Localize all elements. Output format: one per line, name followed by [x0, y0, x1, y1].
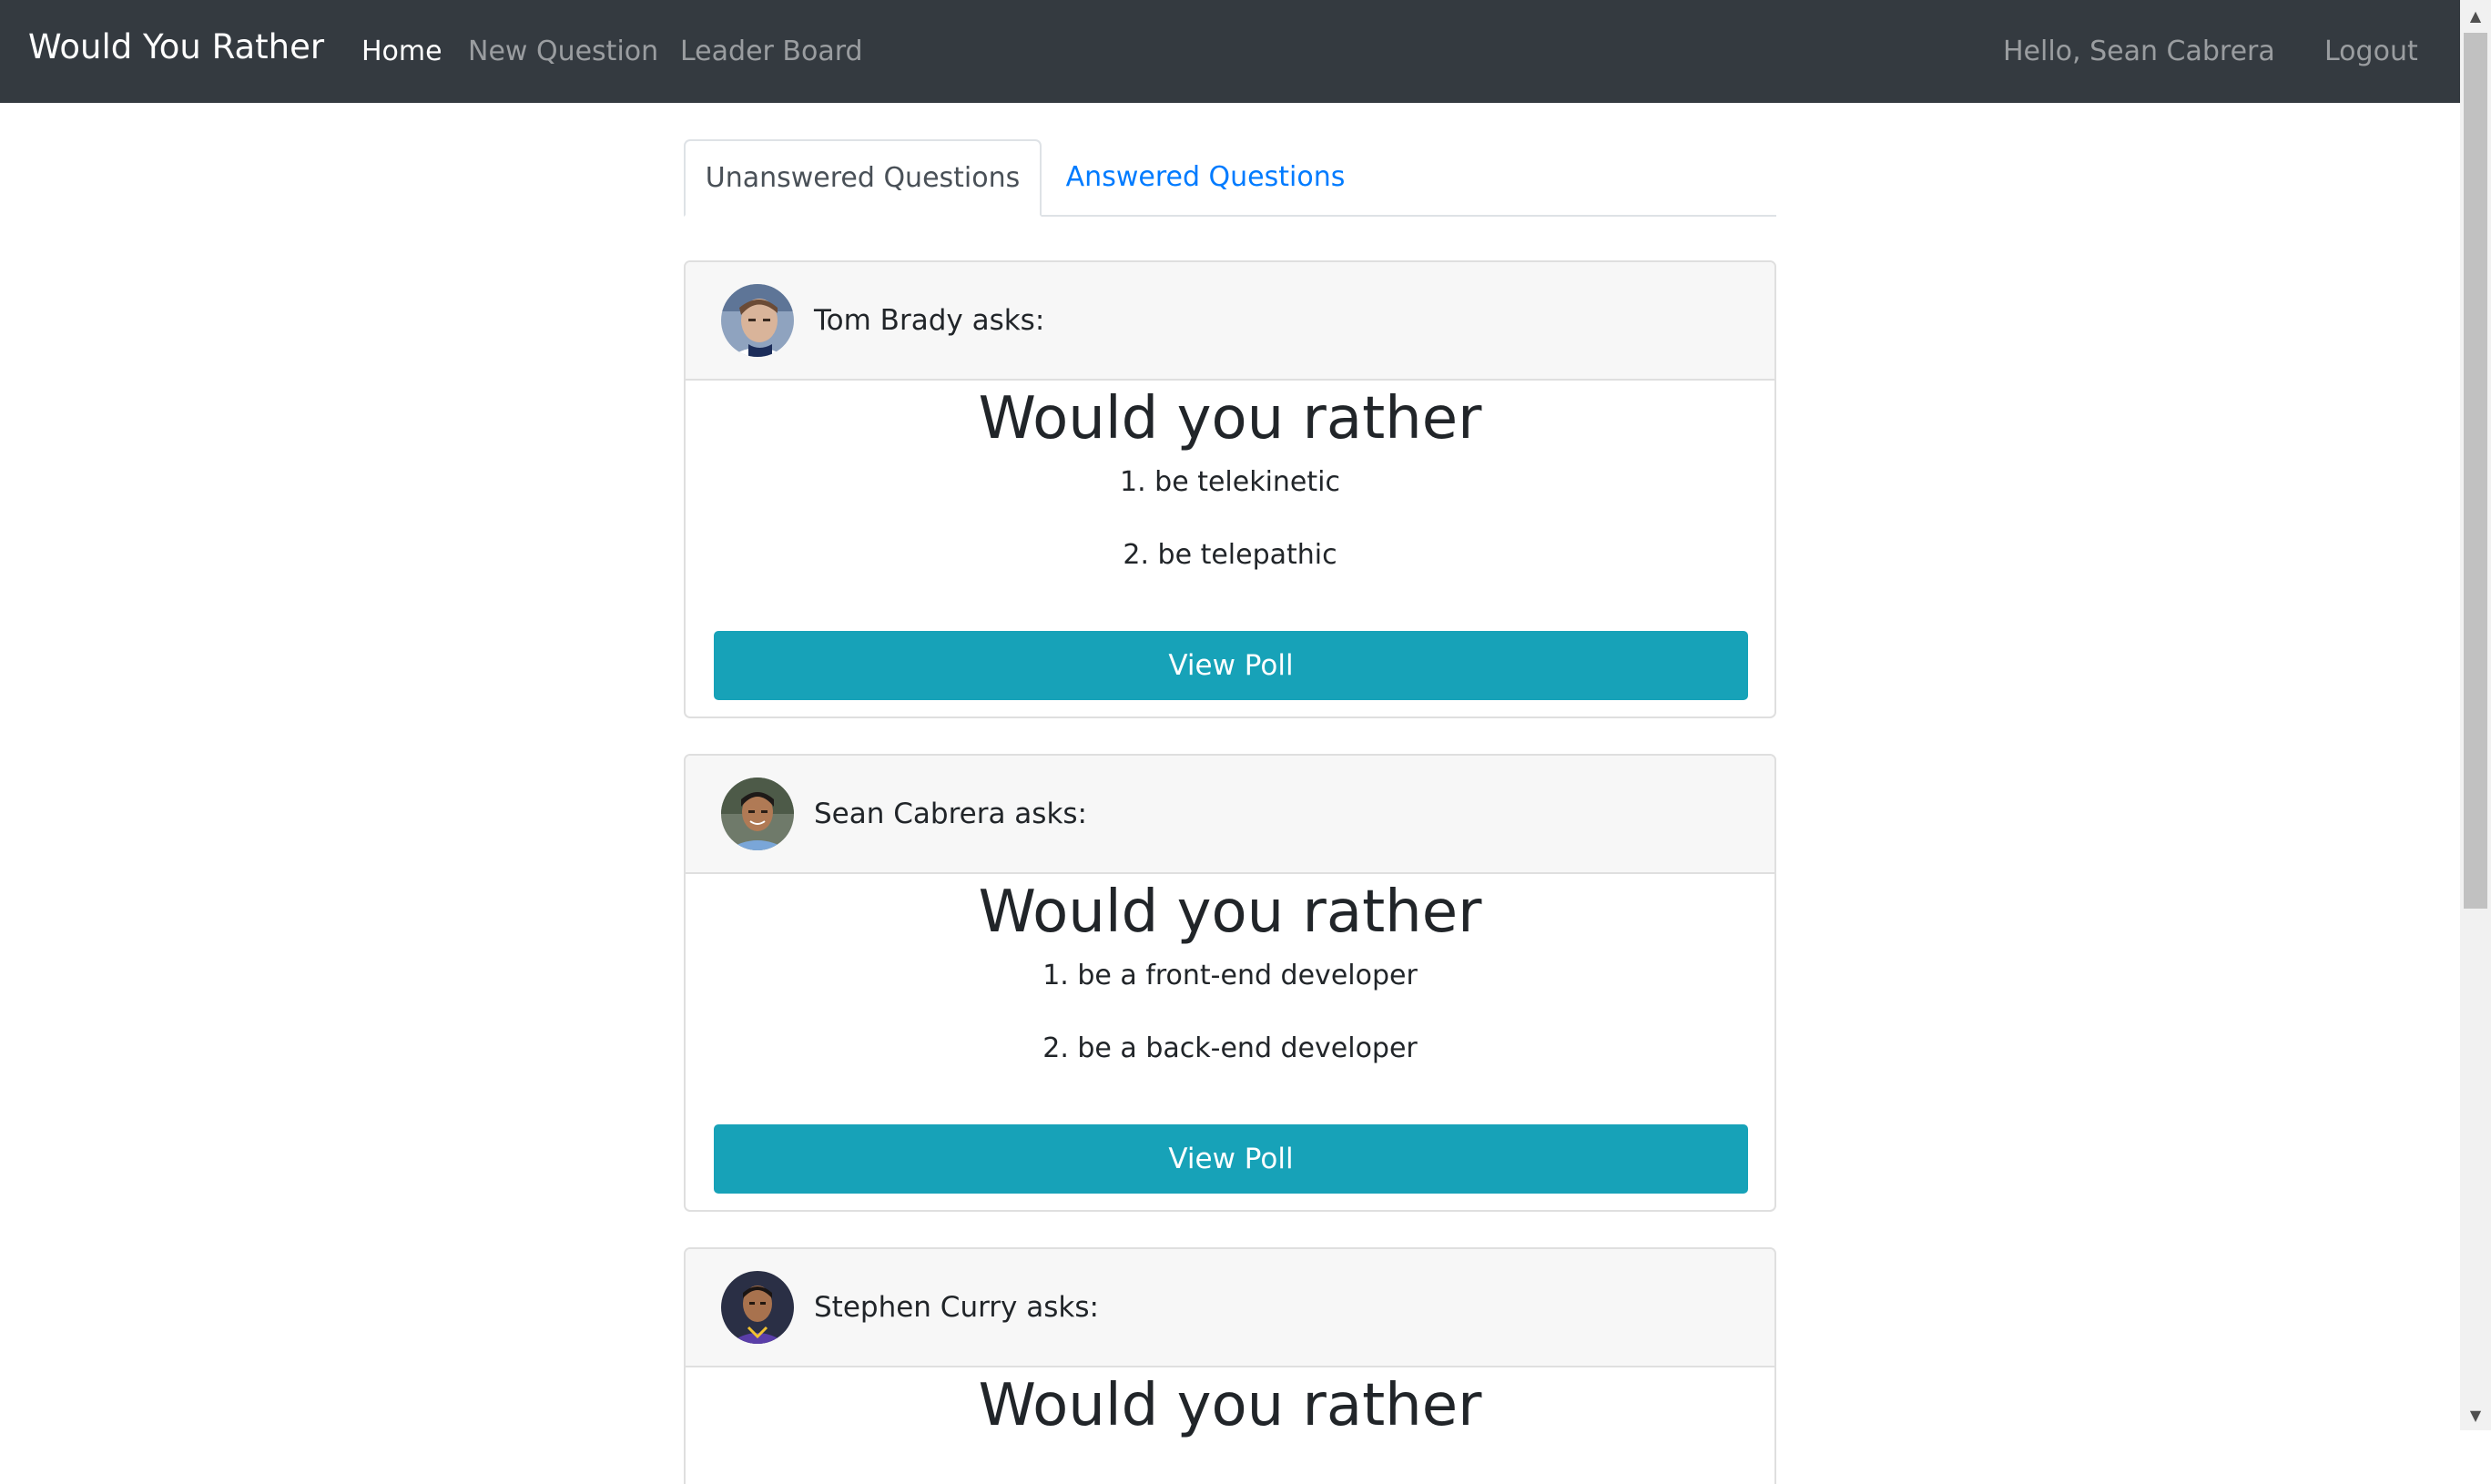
question-card-header: Stephen Curry asks: — [686, 1249, 1774, 1367]
top-navbar: Would You Rather Home New Question Leade… — [0, 0, 2460, 103]
question-author: Stephen Curry asks: — [814, 1291, 1099, 1324]
option-one: 1. be telekinetic — [1120, 466, 1340, 498]
question-tabs: Unanswered Questions Answered Questions — [684, 139, 1776, 217]
user-greeting: Hello, Sean Cabrera — [2003, 36, 2275, 67]
scrollbar-thumb[interactable] — [2464, 33, 2487, 909]
nav-leader-board-link[interactable]: Leader Board — [680, 36, 863, 67]
scroll-up-arrow-icon[interactable]: ▲ — [2460, 0, 2491, 31]
avatar — [721, 778, 794, 850]
option-one: 1. be a front-end developer — [1042, 960, 1418, 991]
question-title: Would you rather — [978, 385, 1482, 452]
question-card-header: Tom Brady asks: — [686, 262, 1774, 381]
question-author: Sean Cabrera asks: — [814, 798, 1087, 830]
tab-answered-questions[interactable]: Answered Questions — [1042, 139, 1369, 214]
tom-brady-avatar-icon — [721, 284, 794, 357]
main-container: Unanswered Questions Answered Questions … — [684, 139, 1776, 1484]
view-poll-button[interactable]: View Poll — [714, 1124, 1748, 1194]
avatar — [721, 284, 794, 357]
question-author: Tom Brady asks: — [814, 304, 1045, 337]
logout-link[interactable]: Logout — [2324, 36, 2418, 67]
option-two: 2. be telepathic — [1123, 539, 1337, 571]
tab-unanswered-questions[interactable]: Unanswered Questions — [684, 139, 1042, 217]
question-card-header: Sean Cabrera asks: — [686, 756, 1774, 874]
question-card: Sean Cabrera asks: Would you rather 1. b… — [684, 754, 1776, 1212]
nav-new-question-link[interactable]: New Question — [468, 36, 658, 67]
avatar — [721, 1271, 794, 1344]
brand-link[interactable]: Would You Rather — [28, 27, 324, 66]
sean-cabrera-avatar-icon — [721, 778, 794, 850]
scroll-down-arrow-icon[interactable]: ▼ — [2460, 1399, 2491, 1430]
question-card: Stephen Curry asks: Would you rather — [684, 1247, 1776, 1484]
page-scrollbar[interactable]: ▲ ▼ — [2460, 0, 2491, 1430]
view-poll-button[interactable]: View Poll — [714, 631, 1748, 700]
question-title: Would you rather — [978, 879, 1482, 946]
stephen-curry-avatar-icon — [721, 1271, 794, 1344]
nav-home-link[interactable]: Home — [361, 36, 442, 67]
option-two: 2. be a back-end developer — [1042, 1032, 1418, 1064]
question-title: Would you rather — [978, 1372, 1482, 1439]
question-card: Tom Brady asks: Would you rather 1. be t… — [684, 260, 1776, 718]
